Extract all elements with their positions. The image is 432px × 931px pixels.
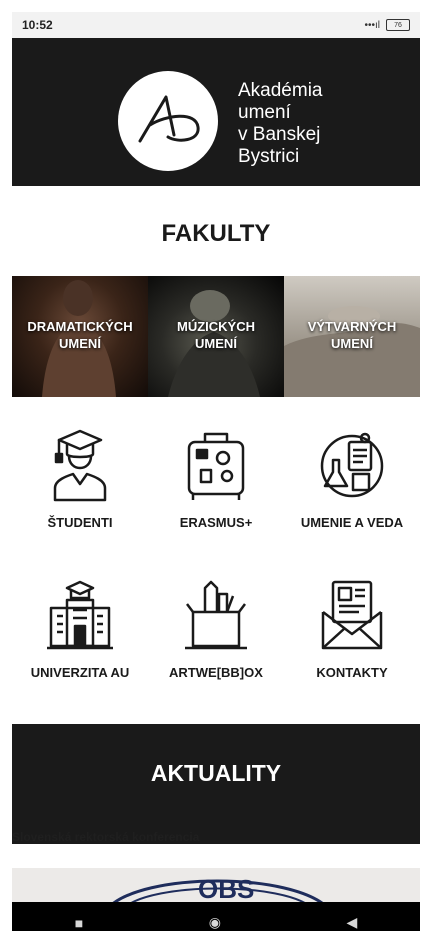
news-image-graphic: OBS — [112, 874, 323, 902]
recent-apps-icon[interactable]: ■ — [75, 915, 83, 931]
menu-item-university[interactable]: UNIVERZITA AU — [12, 578, 148, 681]
status-time: 10:52 — [22, 18, 53, 32]
menu-item-label: UMENIE A VEDA — [300, 515, 404, 530]
menu-item-art-science[interactable]: UMENIE A VEDA — [284, 428, 420, 531]
faculties-strip: DRAMATICKÝCH UMENÍ MÚZICKÝCH UMENÍ VÝTVA… — [12, 276, 420, 397]
logo-line: Akadémia — [238, 80, 323, 101]
menu-item-label: ERASMUS+ — [179, 515, 253, 530]
menu-item-label: ARTWE[BB]OX — [169, 665, 263, 680]
news-item-image[interactable]: OBS — [12, 868, 420, 902]
science-art-icon — [320, 432, 384, 498]
battery-level: 76 — [394, 21, 402, 29]
logo-text: Akadémia umení v Banskej Bystrici — [238, 80, 323, 168]
battery-icon: 76 — [386, 19, 410, 31]
university-building-icon — [47, 580, 113, 650]
status-icons: •••ıl 76 — [364, 19, 410, 31]
logo-symbol-icon — [138, 95, 200, 143]
android-navigation-bar: ■ ◉ ◀ — [12, 902, 420, 931]
menu-item-label: KONTAKTY — [316, 665, 388, 680]
menu-item-artwebox[interactable]: ARTWE[BB]OX — [148, 578, 284, 681]
faculty-visual-arts[interactable]: VÝTVARNÝCH UMENÍ — [284, 276, 420, 397]
faculty-label-line1: MÚZICKÝCH — [177, 319, 255, 334]
logo-line: v Banskej — [238, 124, 321, 145]
faculty-musical-arts[interactable]: MÚZICKÝCH UMENÍ — [148, 276, 284, 397]
logo-mark[interactable] — [118, 71, 218, 171]
menu-row: UNIVERZITA AU ARTWE[BB]OX KONTAKTY — [12, 578, 420, 681]
news-title: AKTUALITY — [150, 760, 282, 786]
faculty-label: DRAMATICKÝCH UMENÍ — [12, 318, 148, 352]
faculty-label-line2: UMENÍ — [331, 336, 373, 351]
menu-item-contacts[interactable]: KONTAKTY — [284, 578, 420, 681]
faculty-label-line1: DRAMATICKÝCH — [27, 319, 133, 334]
status-bar: 10:52 •••ıl 76 — [12, 12, 420, 38]
home-icon[interactable]: ◉ — [209, 914, 221, 931]
menu-row: ŠTUDENTI ERASMUS+ UMENIE A VEDA — [12, 428, 420, 531]
faculty-label: MÚZICKÝCH UMENÍ — [148, 318, 284, 352]
menu-item-students[interactable]: ŠTUDENTI — [12, 428, 148, 531]
faculties-title: FAKULTY — [161, 220, 271, 247]
menu-item-erasmus[interactable]: ERASMUS+ — [148, 428, 284, 531]
faculty-label: VÝTVARNÝCH UMENÍ — [284, 318, 420, 352]
art-box-icon — [185, 580, 247, 650]
graduate-icon — [53, 429, 107, 502]
news-item-title[interactable]: Slovenská rektorská konferencia — [12, 830, 199, 844]
suitcase-icon — [187, 432, 245, 500]
faculty-label-line2: UMENÍ — [59, 336, 101, 351]
back-icon[interactable]: ◀ — [346, 914, 357, 931]
contact-envelope-icon — [321, 580, 383, 650]
news-section-header: AKTUALITY — [12, 724, 420, 844]
logo-line: umení — [238, 102, 291, 123]
logo-line: Bystrici — [238, 146, 300, 167]
menu-item-label: ŠTUDENTI — [47, 515, 113, 530]
faculty-label-line2: UMENÍ — [195, 336, 237, 351]
news-image-text: OBS — [198, 874, 254, 902]
faculty-dramatic-arts[interactable]: DRAMATICKÝCH UMENÍ — [12, 276, 148, 397]
signal-icon: •••ıl — [364, 19, 380, 31]
faculty-label-line1: VÝTVARNÝCH — [307, 319, 397, 334]
app-header: Akadémia umení v Banskej Bystrici — [12, 38, 420, 186]
menu-item-label: UNIVERZITA AU — [30, 665, 130, 680]
